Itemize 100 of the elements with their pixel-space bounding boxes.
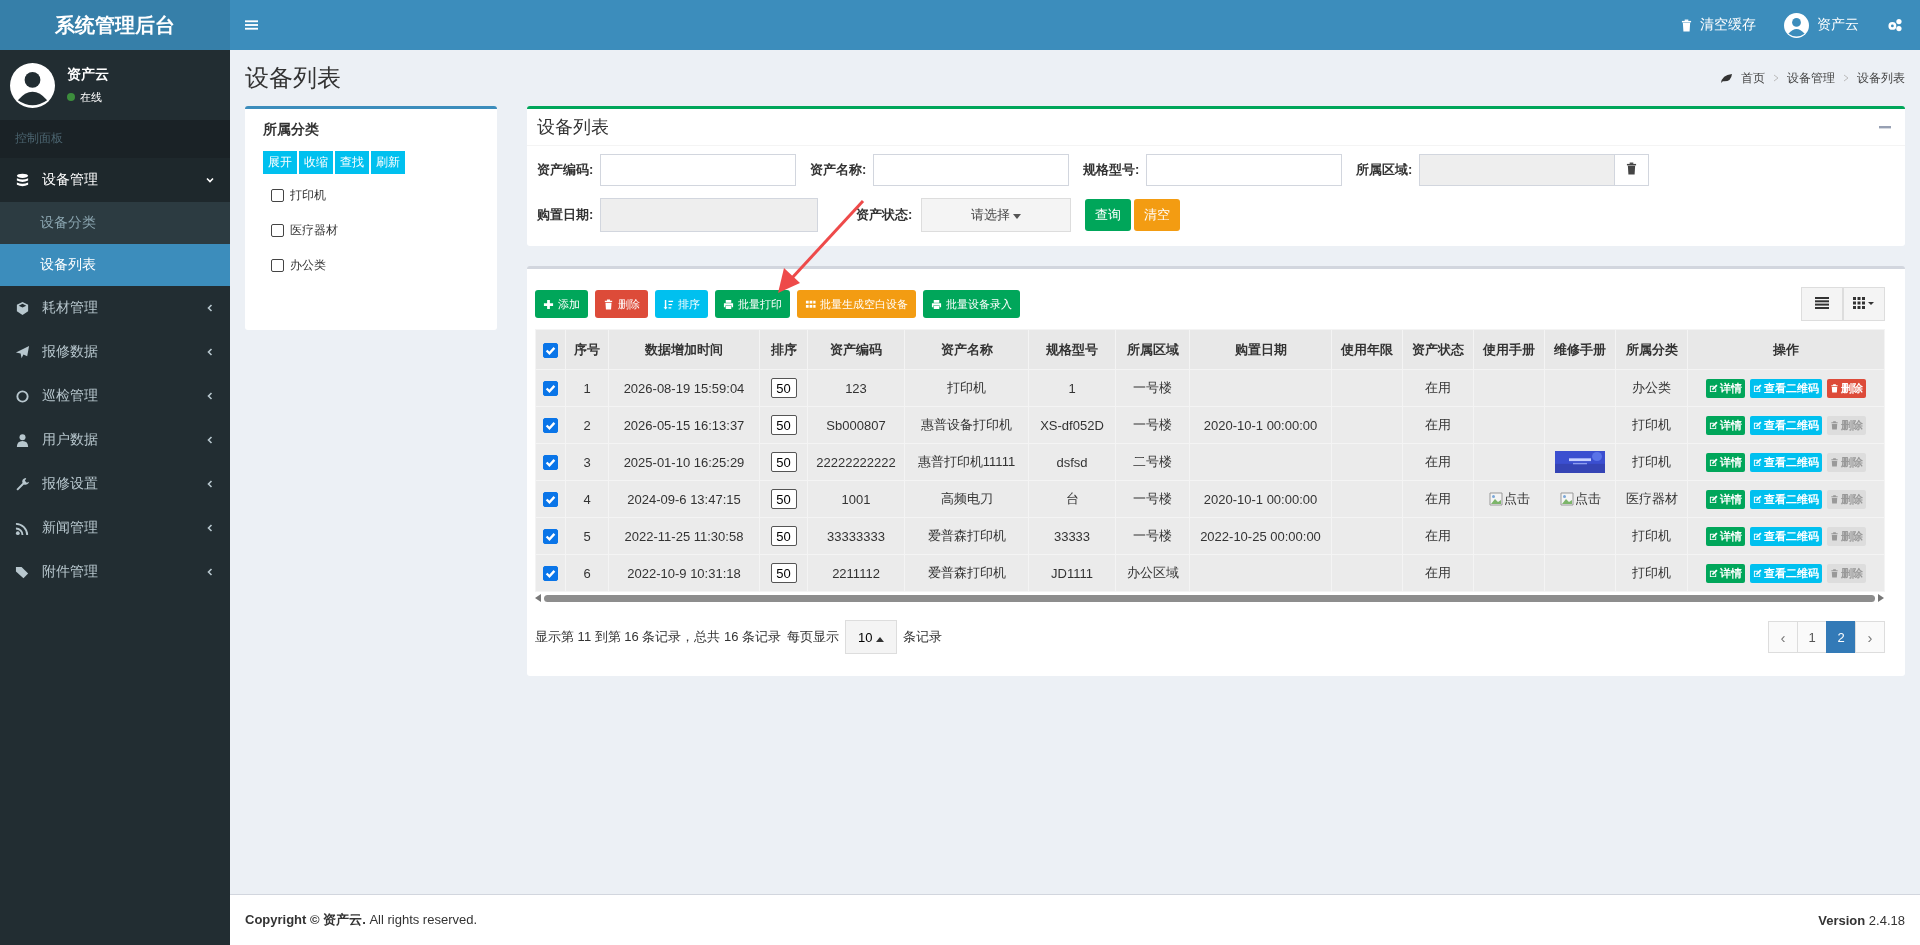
add-button[interactable]: 添加 [535,290,588,318]
sort-input[interactable]: 50 [770,563,797,583]
detail-button[interactable]: 详情 [1705,452,1745,472]
detail-button[interactable]: 详情 [1705,526,1745,546]
delete-button[interactable]: 删除 [1826,378,1866,398]
gears-icon[interactable] [1887,18,1903,32]
checkbox[interactable] [543,455,558,471]
tree-button[interactable]: 刷新 [371,151,405,174]
clear-button[interactable]: 清空 [1134,199,1180,231]
qrcode-button[interactable]: 查看二维码 [1749,526,1822,546]
print-button[interactable]: 批量打印 [715,290,790,318]
sidebar-item[interactable]: 设备管理 [0,158,230,202]
input-field[interactable] [873,154,1069,186]
sidebar-item[interactable]: 用户数据 [0,418,230,462]
minus-icon[interactable] [1879,125,1891,129]
tree-button[interactable]: 展开 [263,151,297,174]
detail-button[interactable]: 详情 [1705,489,1745,509]
blank-button[interactable]: 批量生成空白设备 [797,290,916,318]
table-cell: 在用 [1425,380,1451,395]
detail-button[interactable]: 详情 [1705,378,1745,398]
edit-icon [1708,531,1718,541]
table-cell: XS-df052D [1040,417,1104,433]
detail-button[interactable]: 详情 [1705,563,1745,583]
table-cell: 一号楼 [1133,528,1172,543]
rss-icon [15,520,30,536]
delete-button[interactable]: 删除 [595,290,648,318]
checkbox[interactable] [543,381,558,397]
scroll-right-icon[interactable] [1878,594,1884,602]
column-header: 所属区域 [1126,341,1179,357]
checkbox[interactable] [543,418,558,434]
tree-item[interactable]: 医疗器材 [290,222,338,239]
input-field[interactable] [1419,154,1615,186]
sidebar-item[interactable]: 报修设置 [0,462,230,506]
table-cell: 1 [583,380,591,396]
date-field[interactable] [600,198,818,232]
sort-input[interactable]: 50 [770,415,797,435]
scroll-left-icon[interactable] [535,594,541,602]
sidebar-item[interactable]: 巡检管理 [0,374,230,418]
sidebar-subitem[interactable]: 设备分类 [0,202,230,244]
trash-icon [1829,568,1839,578]
sidebar-item[interactable]: 附件管理 [0,550,230,594]
columns-dropdown[interactable] [1843,287,1885,321]
checkbox[interactable] [543,566,558,582]
column-header: 资产编码 [830,341,882,357]
table-cell: 爱普森打印机 [927,528,1006,543]
input-field[interactable] [1146,154,1342,186]
caret-icon [1013,214,1022,219]
table-cell: 1001 [841,491,871,507]
detail-button[interactable]: 详情 [1705,415,1745,435]
scrollbar-thumb[interactable] [544,594,1875,602]
sidebar-item[interactable]: 新闻管理 [0,506,230,550]
clear-cache-button[interactable]: 清空缓存 [1681,16,1756,34]
menu-icon[interactable] [245,19,258,31]
sort-input[interactable]: 50 [770,526,797,546]
qrcode-button[interactable]: 查看二维码 [1749,563,1822,583]
prev-page-button[interactable]: ‹ [1768,621,1798,653]
checkbox[interactable] [271,189,284,202]
page-button[interactable]: 2 [1826,621,1856,653]
table-cell: 在用 [1425,528,1451,543]
printer-icon [931,298,942,310]
sort-input[interactable]: 50 [770,452,797,472]
column-header: 所属分类 [1625,341,1678,357]
clear-button[interactable] [1615,154,1649,186]
qrcode-button[interactable]: 查看二维码 [1749,415,1822,435]
sort-input[interactable]: 50 [770,489,797,509]
qrcode-button[interactable]: 查看二维码 [1749,489,1822,509]
checkbox[interactable] [543,529,558,545]
breadcrumb-link[interactable]: 设备列表 [1857,69,1905,87]
checkbox[interactable] [271,259,284,272]
table-cell: 2020-10-1 00:00:00 [1203,417,1318,433]
edit-icon [1752,568,1762,578]
circle-icon [15,388,30,404]
status-dropdown[interactable]: 请选择 [921,198,1071,232]
page-size-dropdown[interactable]: 10 [845,620,898,654]
page-button[interactable]: 1 [1797,621,1827,653]
sort-input[interactable]: 50 [770,378,797,398]
import-button[interactable]: 批量设备录入 [923,290,1020,318]
table-cell: 一号楼 [1133,380,1172,395]
tree-button[interactable]: 查找 [335,151,369,174]
checkbox[interactable] [543,492,558,508]
qrcode-button[interactable]: 查看二维码 [1749,378,1822,398]
qrcode-button[interactable]: 查看二维码 [1749,452,1822,472]
next-page-button[interactable]: › [1855,621,1885,653]
user-menu[interactable]: 资产云 [1784,12,1859,38]
sort-button[interactable]: 排序 [655,290,708,318]
sidebar-item[interactable]: 报修数据 [0,330,230,374]
query-button[interactable]: 查询 [1085,199,1131,231]
checkbox[interactable] [271,224,284,237]
trash-icon [1829,457,1839,467]
table-cell: 打印机 [1632,417,1671,432]
tree-item[interactable]: 打印机 [290,187,326,204]
sidebar-subitem[interactable]: 设备列表 [0,244,230,286]
checkbox[interactable] [543,342,558,358]
breadcrumb-link[interactable]: 设备管理 [1787,69,1835,87]
tree-item[interactable]: 办公类 [290,257,326,274]
list-view-button[interactable] [1801,287,1843,321]
tree-button[interactable]: 收缩 [299,151,333,174]
input-field[interactable] [600,154,796,186]
sidebar-item[interactable]: 耗材管理 [0,286,230,330]
breadcrumb-link[interactable]: 首页 [1741,69,1765,87]
